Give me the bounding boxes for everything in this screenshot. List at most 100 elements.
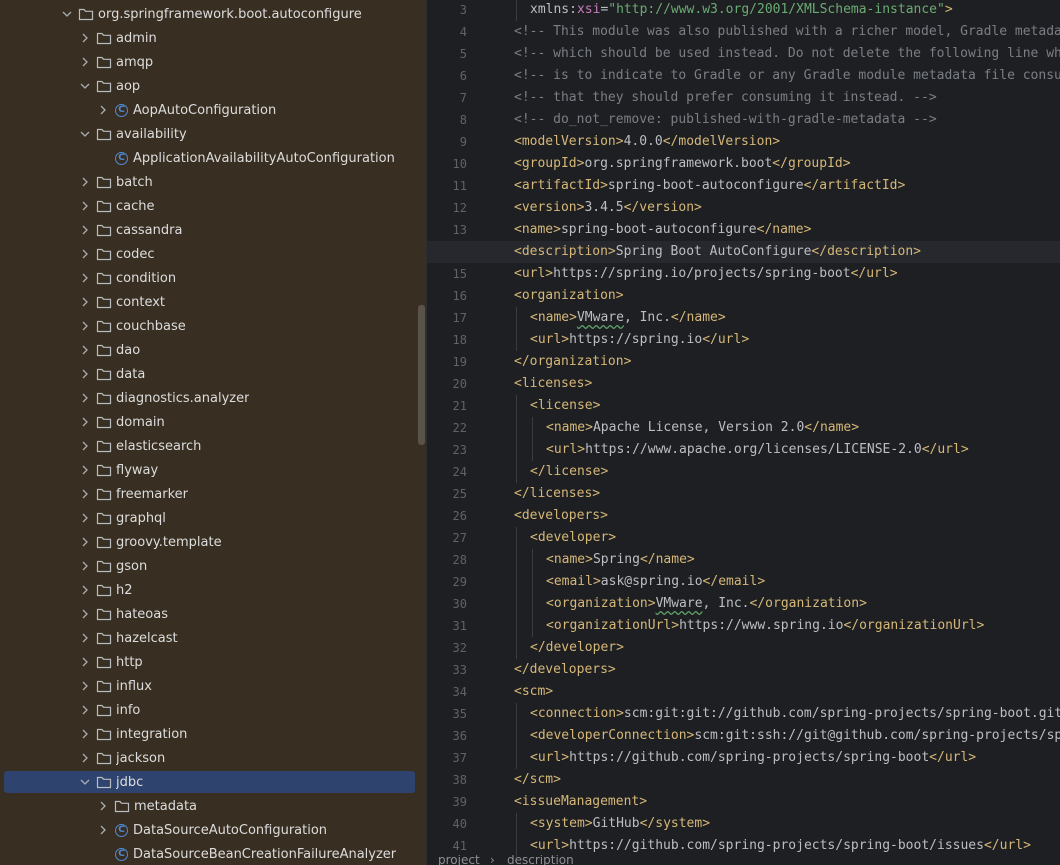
code-line[interactable]: <organization>VMware, Inc.</organization…: [427, 593, 1060, 615]
chevron-right-icon[interactable]: [78, 675, 92, 697]
code-line[interactable]: </licenses>: [427, 483, 1060, 505]
tree-folder-item[interactable]: cache: [4, 195, 415, 217]
code-line[interactable]: <name>Apache License, Version 2.0</name>: [427, 417, 1060, 439]
chevron-down-icon[interactable]: [78, 771, 92, 793]
tree-folder-item[interactable]: http: [4, 651, 415, 673]
tree-folder-item[interactable]: codec: [4, 243, 415, 265]
tree-class-item[interactable]: C DataSourceAutoConfiguration: [4, 819, 415, 841]
code-line[interactable]: <url>https://github.com/spring-projects/…: [427, 835, 1060, 857]
code-line[interactable]: <artifactId>spring-boot-autoconfigure</a…: [427, 175, 1060, 197]
tree-folder-item[interactable]: metadata: [4, 795, 415, 817]
tree-folder-item[interactable]: elasticsearch: [4, 435, 415, 457]
code-line[interactable]: <version>3.4.5</version>: [427, 197, 1060, 219]
chevron-down-icon[interactable]: [78, 75, 92, 97]
code-line[interactable]: <!-- do_not_remove: published-with-gradl…: [427, 109, 1060, 131]
tree-folder-item[interactable]: freemarker: [4, 483, 415, 505]
chevron-right-icon[interactable]: [78, 747, 92, 769]
chevron-right-icon[interactable]: [78, 243, 92, 265]
tree-folder-item[interactable]: cassandra: [4, 219, 415, 241]
code-editor[interactable]: 3 xmlns:xsi="http://www.w3.org/2001/XMLSc…: [426, 0, 1060, 865]
code-line[interactable]: <licenses>: [427, 373, 1060, 395]
chevron-right-icon[interactable]: [78, 291, 92, 313]
tree-folder-item[interactable]: hateoas: [4, 603, 415, 625]
code-line[interactable]: <!-- which should be used instead. Do no…: [427, 43, 1060, 65]
chevron-right-icon[interactable]: [78, 171, 92, 193]
tree-folder-item[interactable]: aop: [4, 75, 415, 97]
tree-scrollbar[interactable]: [418, 305, 425, 445]
chevron-right-icon[interactable]: [78, 363, 92, 385]
code-line[interactable]: <developer>: [427, 527, 1060, 549]
chevron-right-icon[interactable]: [78, 627, 92, 649]
code-line[interactable]: <organization>: [427, 285, 1060, 307]
chevron-right-icon[interactable]: [78, 483, 92, 505]
tree-folder-item[interactable]: jackson: [4, 747, 415, 769]
tree-folder-item[interactable]: context: [4, 291, 415, 313]
chevron-right-icon[interactable]: [78, 507, 92, 529]
tree-folder-item[interactable]: batch: [4, 171, 415, 193]
breadcrumb-item-description[interactable]: description: [507, 855, 574, 865]
chevron-right-icon[interactable]: [96, 99, 110, 121]
code-line[interactable]: <url>https://www.apache.org/licenses/LIC…: [427, 439, 1060, 461]
chevron-right-icon[interactable]: [96, 819, 110, 841]
tree-folder-item[interactable]: admin: [4, 27, 415, 49]
chevron-right-icon[interactable]: [78, 435, 92, 457]
tree-folder-item[interactable]: data: [4, 363, 415, 385]
chevron-right-icon[interactable]: [78, 459, 92, 481]
code-line[interactable]: </organization>: [427, 351, 1060, 373]
chevron-right-icon[interactable]: [78, 579, 92, 601]
breadcrumb-item-project[interactable]: project: [438, 855, 480, 865]
code-line[interactable]: <!-- is to indicate to Gradle or any Gra…: [427, 65, 1060, 87]
code-line[interactable]: </developer>: [427, 637, 1060, 659]
tree-folder-item[interactable]: org.springframework.boot.autoconfigure: [4, 3, 415, 25]
chevron-right-icon[interactable]: [78, 51, 92, 73]
code-line[interactable]: <scm>: [427, 681, 1060, 703]
code-line[interactable]: <name>spring-boot-autoconfigure</name>: [427, 219, 1060, 241]
code-line[interactable]: <url>https://spring.io/projects/spring-b…: [427, 263, 1060, 285]
chevron-right-icon[interactable]: [78, 555, 92, 577]
chevron-right-icon[interactable]: [78, 411, 92, 433]
tree-folder-item[interactable]: domain: [4, 411, 415, 433]
chevron-right-icon[interactable]: [78, 387, 92, 409]
tree-folder-item[interactable]: flyway: [4, 459, 415, 481]
code-line[interactable]: <developerConnection>scm:git:ssh://git@g…: [427, 725, 1060, 747]
code-line[interactable]: <description>Spring Boot AutoConfigure</…: [427, 241, 1060, 263]
code-line[interactable]: </license>: [427, 461, 1060, 483]
code-line[interactable]: <issueManagement>: [427, 791, 1060, 813]
tree-folder-item[interactable]: hazelcast: [4, 627, 415, 649]
code-line[interactable]: <url>https://github.com/spring-projects/…: [427, 747, 1060, 769]
code-line[interactable]: <email>ask@spring.io</email>: [427, 571, 1060, 593]
tree-class-item[interactable]: C AopAutoConfiguration: [4, 99, 415, 121]
chevron-right-icon[interactable]: [78, 603, 92, 625]
chevron-right-icon[interactable]: [78, 699, 92, 721]
tree-folder-item[interactable]: amqp: [4, 51, 415, 73]
code-line[interactable]: <connection>scm:git:git://github.com/spr…: [427, 703, 1060, 725]
tree-folder-item[interactable]: diagnostics.analyzer: [4, 387, 415, 409]
code-line[interactable]: <organizationUrl>https://www.spring.io</…: [427, 615, 1060, 637]
code-line[interactable]: <modelVersion>4.0.0</modelVersion>: [427, 131, 1060, 153]
tree-class-item[interactable]: C ApplicationAvailabilityAutoConfiguratio…: [4, 147, 415, 169]
tree-folder-item[interactable]: dao: [4, 339, 415, 361]
chevron-right-icon[interactable]: [78, 651, 92, 673]
chevron-right-icon[interactable]: [78, 267, 92, 289]
tree-folder-item[interactable]: influx: [4, 675, 415, 697]
chevron-down-icon[interactable]: [60, 3, 74, 25]
chevron-right-icon[interactable]: [78, 195, 92, 217]
code-line[interactable]: <system>GitHub</system>: [427, 813, 1060, 835]
tree-folder-item[interactable]: info: [4, 699, 415, 721]
tree-folder-item[interactable]: jdbc: [4, 771, 415, 793]
tree-folder-item[interactable]: gson: [4, 555, 415, 577]
tree-folder-item[interactable]: groovy.template: [4, 531, 415, 553]
code-line[interactable]: </scm>: [427, 769, 1060, 791]
tree-folder-item[interactable]: availability: [4, 123, 415, 145]
code-line[interactable]: <developers>: [427, 505, 1060, 527]
chevron-right-icon[interactable]: [78, 531, 92, 553]
chevron-right-icon[interactable]: [78, 27, 92, 49]
code-line[interactable]: <groupId>org.springframework.boot</group…: [427, 153, 1060, 175]
code-line[interactable]: <!-- that they should prefer consuming i…: [427, 87, 1060, 109]
code-line[interactable]: <!-- This module was also published with…: [427, 21, 1060, 43]
chevron-right-icon[interactable]: [78, 723, 92, 745]
chevron-right-icon[interactable]: [78, 219, 92, 241]
tree-folder-item[interactable]: condition: [4, 267, 415, 289]
project-tree[interactable]: org.springframework.boot.autoconfigure ad…: [0, 0, 426, 865]
tree-folder-item[interactable]: couchbase: [4, 315, 415, 337]
